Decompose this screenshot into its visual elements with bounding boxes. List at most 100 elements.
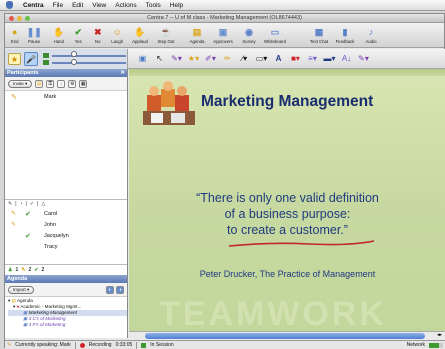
slide-icon: ▣ [23, 310, 28, 315]
participant-row[interactable]: Tracy [5, 241, 127, 252]
lock-icon[interactable]: ⚿ [46, 79, 55, 88]
feedback-icon: ▮ [342, 26, 348, 37]
step-out-icon: ☕ [160, 26, 172, 37]
eraser-icon[interactable]: ✎▾ [357, 53, 370, 65]
menu-help[interactable]: Help [170, 2, 183, 9]
triangle-column-icon: △ [41, 201, 46, 207]
lightbulb-icon: ● [12, 26, 18, 37]
survey-button[interactable]: ◉ Survey [236, 23, 262, 47]
text-chat-button[interactable]: ▦ Text Chat [306, 23, 332, 47]
agenda-button[interactable]: ▤ Agenda [184, 23, 210, 47]
audio-icon: ♪ [368, 26, 374, 37]
hand-icon: ✋ [53, 26, 65, 37]
audio-mini-icon[interactable]: ♪ [57, 79, 66, 88]
agenda-icon: ▤ [192, 26, 202, 37]
horizontal-scrollbar[interactable]: ◂▸ [129, 331, 445, 340]
mic-icon [43, 53, 49, 58]
check-icon: ✔ [25, 210, 31, 218]
applaud-button[interactable]: ✋ Applaud [127, 23, 153, 47]
pencil-icon: ✎ [11, 211, 17, 217]
quote-line: “There is only one valid definition [196, 191, 379, 205]
participants-toolbar: Invite ▾ ▤ ⚿ ♪ ⚙ ▦ [5, 77, 127, 91]
end-button[interactable]: ● End [5, 23, 25, 47]
agenda-tree: ▾ ▤ Agenda ▾ ● Academic - Marketing Mgmt… [5, 297, 127, 328]
agenda-up-icon[interactable]: ◐ [106, 286, 114, 294]
slide-title: Marketing Management [201, 93, 374, 110]
speaker-volume-slider[interactable] [52, 62, 126, 64]
recording-icon [79, 342, 85, 348]
hand-button[interactable]: ✋ Hand [49, 23, 69, 47]
self-row[interactable]: ✎ Mark [5, 91, 127, 102]
close-panel-icon[interactable]: ✕ [120, 69, 125, 77]
whiteboard-button[interactable]: ▭ Whiteboard [262, 23, 288, 47]
menu-bar: Centra File Edit View Actions Tools Help [0, 0, 445, 11]
check-icon: ✔ [74, 26, 83, 37]
mic-volume-slider[interactable] [52, 55, 126, 57]
menu-actions[interactable]: Actions [115, 2, 136, 9]
recording-status: Recording [88, 342, 112, 348]
folder-icon: ▤ [11, 298, 16, 303]
mic-volume-knob[interactable] [71, 51, 77, 57]
agenda-item[interactable]: ▣ 4 P's of Marketing [8, 322, 127, 328]
feedback-button[interactable]: ▮ Feedback [332, 23, 358, 47]
speaking-pencil-icon: ✎ [7, 342, 12, 348]
line-tool-icon[interactable]: ∕▾ [238, 53, 251, 65]
laugh-button[interactable]: ☺ Laugh [108, 23, 128, 47]
text-tool-icon[interactable]: A [272, 53, 285, 65]
menu-tools[interactable]: Tools [146, 2, 161, 9]
line-width-icon[interactable]: ≡▾ [306, 53, 319, 65]
pause-button[interactable]: ❚❚ Pause [25, 23, 45, 47]
shape-tool-icon[interactable]: ▭▾ [255, 53, 268, 65]
grid-icon[interactable]: ▦ [79, 79, 88, 88]
agenda-down-icon[interactable]: ◑ [116, 286, 124, 294]
pen-tool-icon[interactable]: ✐▾ [204, 53, 217, 65]
speaker-icon [43, 60, 49, 65]
whiteboard-tools: ▣ ↖ ✎▾ ★▾ ✐▾ ✏ ∕▾ ▭▾ A ■▾ ≡▾ ▬▾ A↓ ✎▾ [128, 49, 445, 69]
participant-row[interactable]: ✎ John [5, 219, 127, 230]
count-check-icon: ✔ [34, 267, 39, 273]
talk-button[interactable]: 🎤 [24, 52, 38, 66]
menu-app-name[interactable]: Centra [23, 2, 44, 9]
yes-button[interactable]: ✔ Yes [69, 23, 89, 47]
quote-line: to create a customer.” [227, 223, 348, 237]
settings-icon[interactable]: ⚙ [68, 79, 77, 88]
speaker-volume-knob[interactable] [71, 59, 77, 65]
check-column-icon: ✓ [29, 201, 35, 207]
audio-button[interactable]: ♪ Audio [358, 23, 384, 47]
participant-row[interactable]: ✔ Jacquelyn [5, 230, 127, 241]
agenda-header: Agenda [5, 275, 127, 283]
network-status: Network [406, 342, 425, 348]
main-toolbar: ● End ❚❚ Pause ✋ Hand ✔ Yes ✖ No ☺ Laugh ✋ Appl… [5, 23, 444, 48]
presentation-area[interactable]: Marketing Management “There is only one … [129, 69, 445, 341]
highlighter-icon[interactable]: ✏ [221, 53, 234, 65]
import-button[interactable]: Import ▾ [8, 285, 35, 294]
pause-icon: ❚❚ [26, 26, 42, 37]
arrow-icon[interactable]: ↖ [153, 53, 166, 65]
secondary-toolbar: ★ 🎤 ▣ ↖ ✎▾ ★▾ ✐▾ ✏ ∕▾ ▭▾ A ■▾ ≡▾ ▬▾ A↓ ✎… [5, 49, 445, 69]
x-icon: ✖ [93, 26, 102, 37]
participant-row[interactable]: ✎ ✔ Carol [5, 208, 127, 219]
scroll-thumb[interactable] [145, 333, 425, 339]
agenda-mini-icon[interactable]: ▤ [35, 79, 44, 88]
applaud-icon: ✋ [134, 26, 146, 37]
line-style-icon[interactable]: ▬▾ [323, 53, 336, 65]
color-red-icon[interactable]: ■▾ [289, 53, 302, 65]
invite-button[interactable]: Invite ▾ [8, 79, 33, 88]
star-tool-icon[interactable]: ★▾ [187, 53, 200, 65]
save-icon[interactable]: ▣ [136, 53, 149, 65]
font-size-icon[interactable]: A↓ [340, 53, 353, 65]
slide-icon: ▣ [23, 316, 28, 321]
scroll-arrows-icon[interactable]: ◂▸ [437, 332, 442, 338]
laugh-icon: ☺ [112, 26, 122, 37]
menu-file[interactable]: File [53, 2, 63, 9]
talk-lock-icon[interactable]: ★ [8, 53, 21, 65]
menu-view[interactable]: View [92, 2, 106, 9]
check-icon: ✔ [25, 232, 31, 240]
pointer-tool-icon[interactable]: ✎▾ [170, 53, 183, 65]
apple-menu-icon[interactable] [6, 1, 13, 9]
course-icon: ● [16, 304, 20, 309]
step-out-button[interactable]: ☕ Step Out [153, 23, 179, 47]
menu-edit[interactable]: Edit [72, 2, 83, 9]
approvers-button[interactable]: ▣ Approvers [210, 23, 236, 47]
no-button[interactable]: ✖ No [88, 23, 108, 47]
